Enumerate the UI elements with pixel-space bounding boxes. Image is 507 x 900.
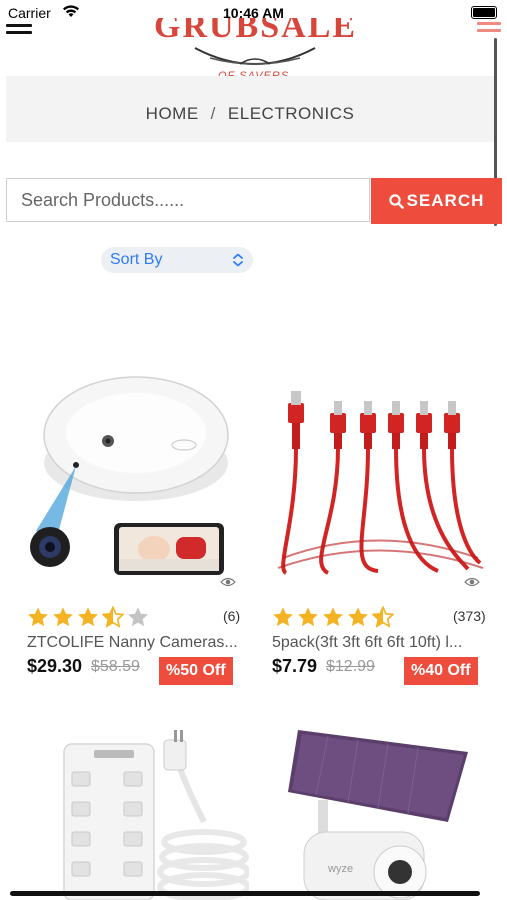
eye-icon[interactable] xyxy=(464,577,480,587)
search-input[interactable] xyxy=(6,178,370,222)
breadcrumb: HOME / ELECTRONICS xyxy=(6,104,494,124)
breadcrumb-home[interactable]: HOME xyxy=(146,104,199,123)
logo-swoosh-icon xyxy=(194,47,316,65)
battery-icon xyxy=(471,6,497,19)
search-icon xyxy=(388,193,404,209)
star-empty-icon xyxy=(128,607,148,627)
product-price: $29.30 xyxy=(27,656,83,676)
star-icon xyxy=(28,607,48,627)
star-icon xyxy=(298,607,318,627)
breadcrumb-separator: / xyxy=(210,104,216,123)
product-title[interactable]: 5pack(3ft 3ft 6ft 6ft 10ft) l... xyxy=(272,634,490,652)
sort-label: Sort By xyxy=(110,251,163,268)
product-price: $7.79 xyxy=(272,656,318,676)
home-indicator[interactable] xyxy=(10,891,480,896)
sort-select[interactable]: Sort By xyxy=(101,247,253,273)
breadcrumb-current: ELECTRONICS xyxy=(227,104,355,123)
product-old-price: $12.99 xyxy=(326,658,375,675)
breadcrumb-bar: HOME / ELECTRONICS xyxy=(6,76,494,142)
rating-stars xyxy=(272,606,394,628)
svg-text:wyze: wyze xyxy=(327,863,353,875)
search-bar: SEARCH xyxy=(6,178,502,224)
eye-icon[interactable] xyxy=(220,577,236,587)
product-card[interactable] xyxy=(24,722,249,900)
product-image[interactable] xyxy=(268,363,493,588)
product-old-price: $58.59 xyxy=(91,658,140,675)
product-title[interactable]: ZTCOLIFE Nanny Cameras... xyxy=(27,634,247,652)
product-card[interactable]: wyze xyxy=(268,722,493,900)
menu-icon[interactable] xyxy=(6,24,32,40)
discount-badge: %50 Off xyxy=(159,657,233,685)
star-icon xyxy=(53,607,73,627)
star-icon xyxy=(273,607,293,627)
half-star-icon xyxy=(102,606,124,628)
search-button-label: SEARCH xyxy=(406,191,485,210)
chevron-updown-icon xyxy=(233,253,243,267)
half-star-icon xyxy=(372,606,394,628)
review-count: (373) xyxy=(453,608,486,624)
product-image[interactable] xyxy=(24,363,249,588)
rating-stars xyxy=(27,606,149,628)
hamburger-icon[interactable] xyxy=(477,22,501,40)
star-icon xyxy=(348,607,368,627)
product-image[interactable] xyxy=(24,722,249,900)
discount-badge: %40 Off xyxy=(404,657,478,685)
review-count: (6) xyxy=(223,608,241,624)
star-icon xyxy=(323,607,343,627)
star-icon xyxy=(78,607,98,627)
product-image[interactable]: wyze xyxy=(268,722,493,900)
search-button[interactable]: SEARCH xyxy=(371,178,502,224)
